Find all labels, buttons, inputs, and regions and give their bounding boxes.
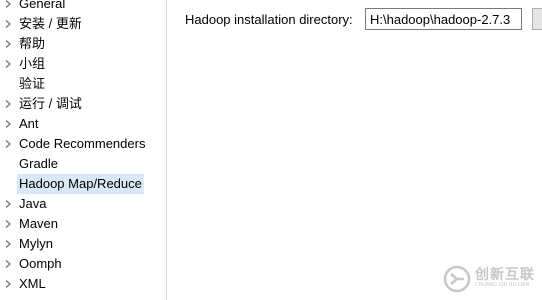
tree-item-label: 验证	[19, 76, 46, 91]
chevron-right-icon[interactable]	[4, 240, 12, 248]
tree-item-label: Oomph	[19, 256, 62, 271]
tree-item-label: XML	[19, 276, 46, 291]
browse-button[interactable]	[532, 8, 542, 30]
tree-item-oomph[interactable]: Oomph	[0, 254, 166, 274]
watermark-icon	[443, 265, 471, 293]
chevron-right-icon[interactable]	[4, 40, 12, 48]
chevron-right-icon[interactable]	[4, 260, 12, 268]
tree-item-label: Code Recommenders	[19, 136, 146, 151]
chevron-right-icon[interactable]	[4, 220, 12, 228]
chevron-right-icon[interactable]	[4, 100, 12, 108]
hadoop-dir-label: Hadoop installation directory:	[185, 12, 353, 27]
preferences-dialog: General 安装 / 更新 帮助 小组 验证 运行 / 调试 Ant Cod…	[0, 0, 542, 300]
preferences-tree: General 安装 / 更新 帮助 小组 验证 运行 / 调试 Ant Cod…	[0, 0, 166, 300]
chevron-right-icon[interactable]	[4, 0, 12, 8]
chevron-right-icon[interactable]	[4, 120, 12, 128]
tree-item-label: Java	[19, 196, 47, 211]
chevron-right-icon[interactable]	[4, 140, 12, 148]
tree-item-validation[interactable]: 验证	[0, 74, 166, 94]
tree-item-java[interactable]: Java	[0, 194, 166, 214]
hadoop-preference-page: Hadoop installation directory:	[167, 0, 542, 300]
tree-item-label: General	[19, 0, 66, 11]
watermark-text: 创新互联	[475, 267, 535, 283]
tree-item-label: 帮助	[19, 36, 46, 51]
tree-item-install-update[interactable]: 安装 / 更新	[0, 14, 166, 34]
tree-item-label: 运行 / 调试	[19, 96, 82, 111]
chevron-right-icon[interactable]	[4, 60, 12, 68]
watermark-subtext: CHUANG XIN HU LIAN	[475, 282, 530, 288]
tree-item-label: Hadoop Map/Reduce	[17, 174, 144, 194]
watermark-logo: 创新互联 CHUANG XIN HU LIAN	[442, 264, 542, 294]
tree-item-team[interactable]: 小组	[0, 54, 166, 74]
hadoop-dir-input[interactable]	[365, 8, 522, 30]
tree-item-code-recommenders[interactable]: Code Recommenders	[0, 134, 166, 154]
tree-item-run-debug[interactable]: 运行 / 调试	[0, 94, 166, 114]
tree-item-hadoop-map-reduce[interactable]: Hadoop Map/Reduce	[0, 174, 166, 194]
tree-item-maven[interactable]: Maven	[0, 214, 166, 234]
chevron-right-icon[interactable]	[4, 20, 12, 28]
tree-item-gradle[interactable]: Gradle	[0, 154, 166, 174]
chevron-right-icon[interactable]	[4, 280, 12, 288]
tree-item-help[interactable]: 帮助	[0, 34, 166, 54]
tree-item-label: Maven	[19, 216, 59, 231]
tree-item-ant[interactable]: Ant	[0, 114, 166, 134]
tree-item-general[interactable]: General	[0, 0, 166, 14]
tree-item-label: 小组	[19, 56, 46, 71]
tree-item-label: 安装 / 更新	[19, 16, 82, 31]
tree-item-mylyn[interactable]: Mylyn	[0, 234, 166, 254]
tree-item-label: Gradle	[19, 156, 59, 171]
tree-item-label: Mylyn	[19, 236, 53, 251]
tree-item-xml[interactable]: XML	[0, 274, 166, 294]
chevron-right-icon[interactable]	[4, 200, 12, 208]
tree-item-label: Ant	[19, 116, 39, 131]
